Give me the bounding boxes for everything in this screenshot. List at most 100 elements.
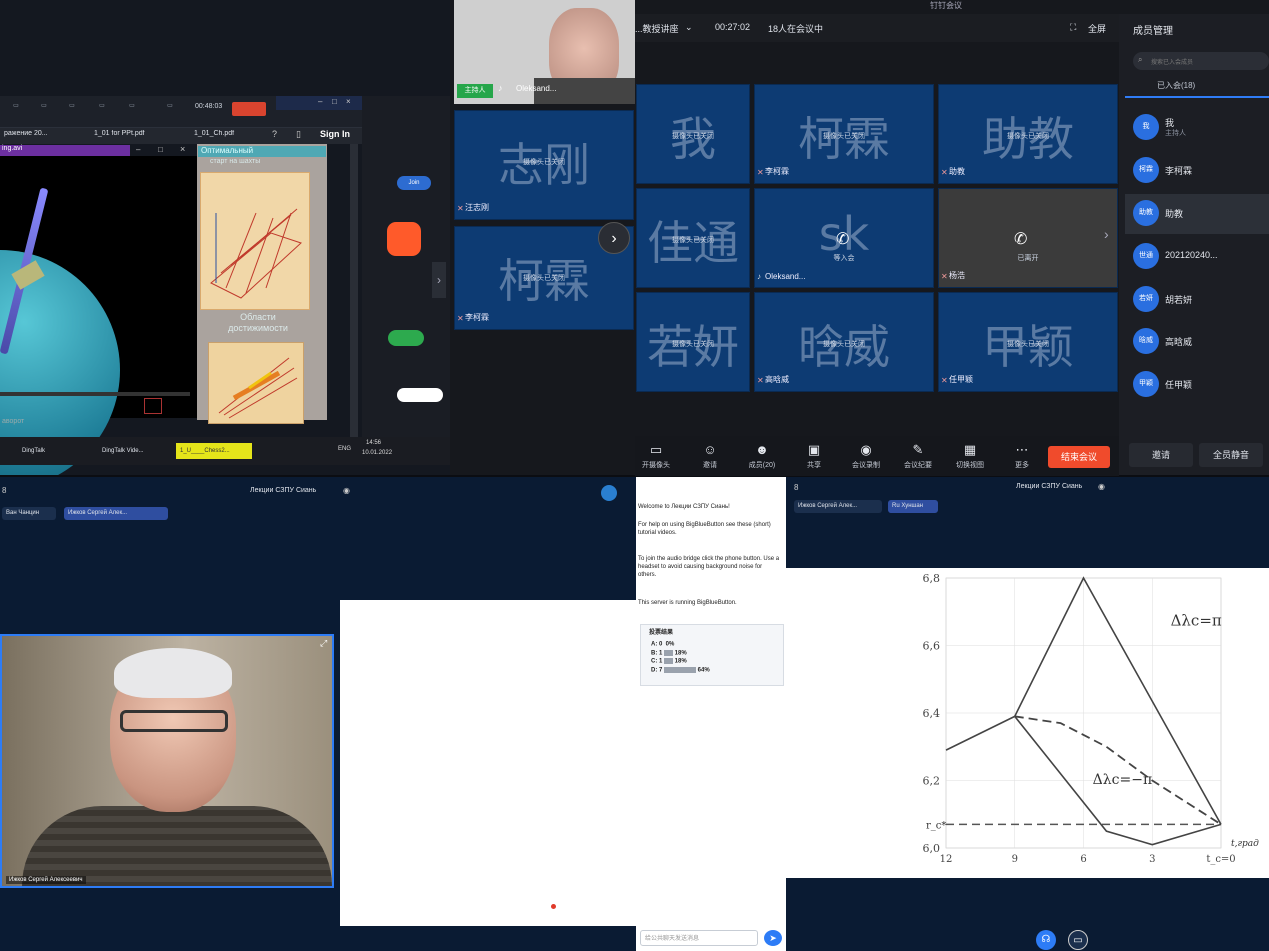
chat-input[interactable]: 给公共聊天发送消息 [640,930,758,946]
maximize-icon[interactable]: □ [158,145,163,154]
member-row[interactable]: 若妍 胡若妍 [1125,280,1269,320]
close-icon[interactable]: × [346,97,351,106]
talking-indicator[interactable]: Ижков Сергей Алек... [64,507,168,520]
meeting-duration: 00:27:02 [715,22,751,32]
members-button[interactable]: ☻ 成员(20) [742,442,782,470]
record-icon[interactable]: ◉ [1098,482,1105,491]
minimize-icon[interactable]: – [136,145,140,154]
participant-tile[interactable]: 若妍 摄像头已关闭 [636,292,750,392]
user-icon[interactable]: 8 [2,486,6,495]
chevron-right-icon[interactable]: › [432,262,446,298]
green-action-button[interactable] [388,330,424,346]
formula-table [340,600,636,926]
more-button[interactable]: ⋯ 更多 [1002,442,1042,470]
fullscreen-label[interactable]: 全屏 [1088,22,1106,35]
participant-tile[interactable]: 晗威 摄像头已关闭 ✕ 高晗威 [754,292,934,392]
search-placeholder: 搜索已入会成员 [1151,60,1194,66]
tool-icon[interactable]: ▭ [34,102,54,114]
left-text: 已离开 [1017,255,1039,262]
tool-icon[interactable]: ▭ [62,102,82,114]
stop-button[interactable] [232,102,266,116]
mute-all-button[interactable]: 全员静音 [1199,443,1263,467]
taskbar-app[interactable]: DingTalk [18,443,92,459]
y-tick-label: 6,8 [923,572,941,585]
camera-button[interactable]: ▭ 开摄像头 [636,442,676,470]
sign-in-link[interactable]: Sign In [320,129,350,139]
member-row[interactable]: 甲颖 任甲颖 [1125,365,1269,405]
avatar: 助教 [1133,200,1159,226]
annotation-label: r_c* [926,820,946,831]
pdf-tab[interactable]: ражение 20... [0,130,70,142]
send-icon[interactable]: ➤ [764,930,782,946]
member-row[interactable]: 助教 助教 [1125,194,1269,234]
maximize-icon[interactable]: □ [332,97,337,106]
chevron-right-icon[interactable]: › [1104,226,1109,242]
record-button[interactable]: ◉ 会议录制 [846,442,886,470]
participant-tile[interactable]: 助教 摄像头已关闭 ✕ 助教 [938,84,1118,184]
headset-icon[interactable]: ☊ [1036,930,1056,950]
slide-subheading: старт на шахты [210,158,261,165]
fullscreen-icon[interactable] [144,398,162,414]
bbb-session-title: Лекции СЗПУ Сиань [250,487,317,494]
end-meeting-button[interactable]: 结束会议 [1048,446,1110,468]
pdf-tab[interactable]: 1_01_Ch.pdf [190,130,260,142]
expand-icon[interactable]: ⤢ [320,638,327,649]
member-row[interactable]: 晗威 高晗威 [1125,322,1269,362]
meeting-topic[interactable]: ...教授讲座 [635,22,679,35]
avatar: 甲颖 [1133,371,1159,397]
user-icon[interactable]: 8 [794,483,798,492]
video-progress-bar[interactable] [0,392,190,396]
help-icon[interactable]: ? [272,129,277,139]
view-switch-button[interactable]: ▦ 切换视图 [950,442,990,470]
minutes-button[interactable]: ✎ 会议纪要 [898,442,938,470]
next-page-button[interactable]: › [598,222,630,254]
participant-tile[interactable]: sk ✆ 等入会 ♪ Oleksand... [754,188,934,288]
member-search[interactable]: ⌕ 搜索已入会成员 [1133,52,1269,70]
invite-members-button[interactable]: 邀请 [1129,443,1193,467]
tool-icon[interactable]: ▭ [6,102,26,114]
share-icon[interactable] [601,485,617,501]
tool-icon[interactable]: ▭ [122,102,142,114]
more-icon: ⋯ [1015,442,1029,457]
chevron-down-icon[interactable]: ⌄ [685,22,693,33]
tool-icon[interactable]: ▭ [92,102,112,114]
member-row[interactable]: 我我主持人 [1125,108,1269,148]
participant-tile[interactable]: 我 摄像头已关闭 [636,84,750,184]
participant-tile[interactable]: 志刚 摄像头已关闭 ✕ 汪志刚 [454,110,634,220]
tool-icon[interactable]: ▭ [160,102,180,114]
participant-tile[interactable]: 甲颖 摄像头已关闭 ✕ 任甲颖 [938,292,1118,392]
minutes-icon: ✎ [912,442,924,457]
phone-icon[interactable]: ▯ [296,129,301,140]
app-icon[interactable] [387,222,421,256]
share-button[interactable]: ▣ 共享 [794,442,834,470]
poll-percent: 18% [673,658,687,665]
participant-tile[interactable]: 佳通 摄像头已关闭 [636,188,750,288]
member-row[interactable]: 柯霖 李柯霖 [1125,151,1269,191]
join-button[interactable]: Join [397,176,431,190]
participant-tile[interactable]: 柯霖 摄像头已关闭 ✕ 李柯霖 [754,84,934,184]
avatar: 我 [1133,114,1159,140]
language-indicator[interactable]: ENG [338,446,351,452]
record-icon[interactable]: ◉ [343,486,350,495]
pdf-scrollbar[interactable] [350,144,358,444]
clock-date: 10.01.2022 [362,450,393,456]
close-icon[interactable]: × [180,144,185,154]
minimize-icon[interactable]: – [318,97,322,106]
joined-tab[interactable]: 已入会(18) [1157,80,1195,91]
talking-indicator[interactable]: Ван Чанцин [2,507,56,520]
members-title: 成员管理 [1133,26,1173,37]
camera-icon[interactable]: ▭ [1068,930,1088,950]
member-name: 任甲颖 [1165,380,1193,390]
taskbar-app[interactable]: DingTalk Vide... [98,443,170,459]
member-role: 主持人 [1165,130,1186,137]
pdf-tab[interactable]: 1_01 for PPt.pdf [90,130,166,142]
taskbar-app[interactable]: 1_U____Chess2... [176,443,252,459]
invite-button[interactable]: ☺ 邀请 [690,442,730,470]
fullscreen-icon[interactable]: ⛶ [1070,22,1076,33]
participant-tile[interactable]: ✆ 已离开 ✕ 杨浩 [938,188,1118,288]
mic-muted-icon: ✕ [457,314,464,323]
member-row[interactable]: 世通 202120240... [1125,237,1269,277]
white-pill[interactable] [397,388,443,402]
talking-indicator[interactable]: Ru Хуншан [888,500,938,513]
talking-indicator[interactable]: Ижков Сергей Алек... [794,500,882,513]
